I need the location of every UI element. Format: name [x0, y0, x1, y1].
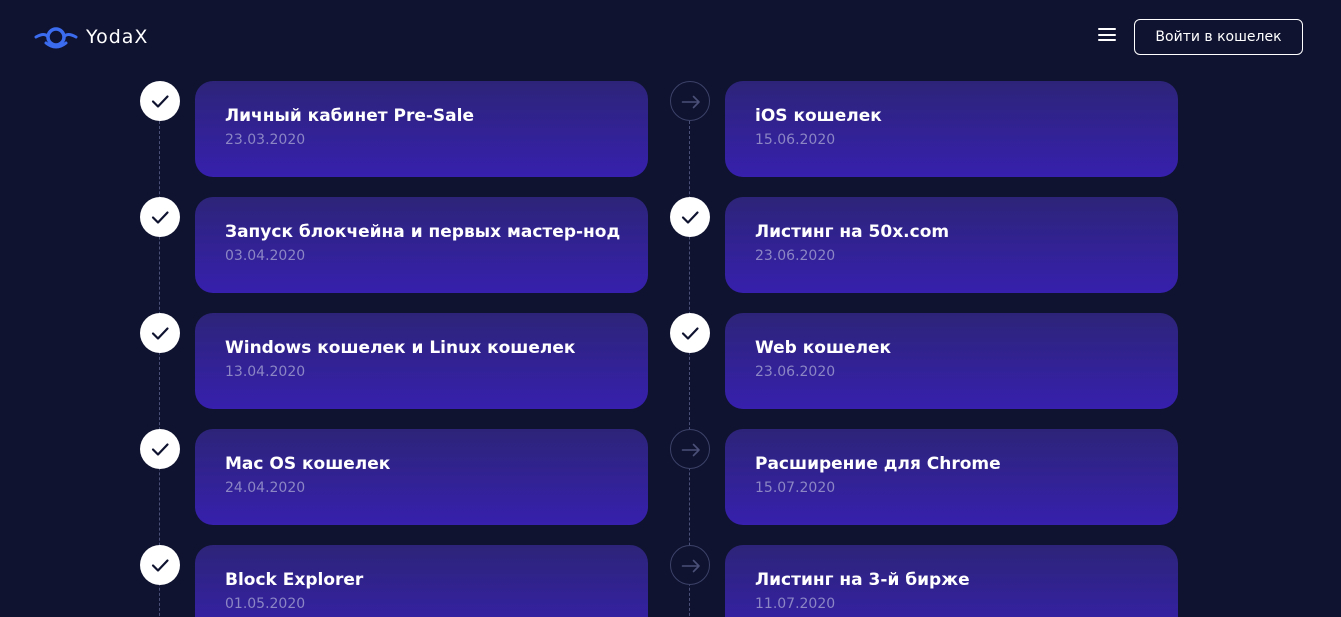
roadmap-card: Web кошелек 23.06.2020: [725, 313, 1178, 409]
roadmap-card-title: Листинг на 50x.com: [755, 222, 950, 242]
roadmap-card-title: iOS кошелек: [755, 106, 882, 126]
roadmap-card-date: 23.06.2020: [755, 248, 836, 264]
roadmap-card-date: 24.04.2020: [225, 480, 306, 496]
roadmap-card-date: 01.05.2020: [225, 596, 306, 612]
roadmap-item: Листинг на 3-й бирже 11.07.2020: [670, 545, 1178, 617]
checkmark-icon: [140, 545, 180, 585]
roadmap-item: Web кошелек 23.06.2020: [670, 313, 1178, 409]
page: YodaX Войти в кошелек Личный кабинет Pre…: [0, 0, 1341, 617]
roadmap-card: Windows кошелек и Linux кошелек 13.04.202…: [195, 313, 648, 409]
roadmap-card: Block Explorer 01.05.2020: [195, 545, 648, 617]
roadmap-card: Mac OS кошелек 24.04.2020: [195, 429, 648, 525]
roadmap-card-date: 15.06.2020: [755, 132, 836, 148]
roadmap-card-date: 23.06.2020: [755, 364, 836, 380]
roadmap-card: Расширение для Chrome 15.07.2020: [725, 429, 1178, 525]
roadmap-item: Запуск блокчейна и первых мастер-нод 03.0…: [140, 197, 648, 293]
roadmap-card-title: Запуск блокчейна и первых мастер-нод: [225, 222, 621, 242]
roadmap-item: Личный кабинет Pre-Sale 23.03.2020: [140, 81, 648, 177]
roadmap-card-date: 03.04.2020: [225, 248, 306, 264]
roadmap-card-date: 11.07.2020: [755, 596, 836, 612]
roadmap-item: Block Explorer 01.05.2020: [140, 545, 648, 617]
roadmap-card-title: Web кошелек: [755, 338, 892, 358]
roadmap-item: Расширение для Chrome 15.07.2020: [670, 429, 1178, 525]
roadmap-card-title: Личный кабинет Pre-Sale: [225, 106, 474, 126]
login-wallet-button[interactable]: Войти в кошелек: [1134, 19, 1303, 55]
roadmap-item: Windows кошелек и Linux кошелек 13.04.202…: [140, 313, 648, 409]
roadmap-card-title: Расширение для Chrome: [755, 454, 1001, 474]
checkmark-icon: [670, 313, 710, 353]
roadmap-item: Листинг на 50x.com 23.06.2020: [670, 197, 1178, 293]
arrow-right-icon: [670, 545, 710, 585]
roadmap-card-title: Block Explorer: [225, 570, 364, 590]
checkmark-icon: [140, 197, 180, 237]
roadmap-card: iOS кошелек 15.06.2020: [725, 81, 1178, 177]
roadmap-card-date: 23.03.2020: [225, 132, 306, 148]
roadmap-card: Листинг на 50x.com 23.06.2020: [725, 197, 1178, 293]
checkmark-icon: [140, 429, 180, 469]
roadmap-card-date: 15.07.2020: [755, 480, 836, 496]
hamburger-icon[interactable]: [1098, 28, 1116, 44]
checkmark-icon: [140, 313, 180, 353]
roadmap-card: Запуск блокчейна и первых мастер-нод 03.0…: [195, 197, 648, 293]
logo-text: YodaX: [86, 26, 149, 48]
arrow-right-icon: [670, 81, 710, 121]
roadmap-card-title: Windows кошелек и Linux кошелек: [225, 338, 576, 358]
roadmap-card-date: 13.04.2020: [225, 364, 306, 380]
roadmap-item: iOS кошелек 15.06.2020: [670, 81, 1178, 177]
checkmark-icon: [140, 81, 180, 121]
roadmap-card: Листинг на 3-й бирже 11.07.2020: [725, 545, 1178, 617]
roadmap-item: Mac OS кошелек 24.04.2020: [140, 429, 648, 525]
logo[interactable]: YodaX: [34, 22, 148, 52]
roadmap-card: Личный кабинет Pre-Sale 23.03.2020: [195, 81, 648, 177]
roadmap-card-title: Листинг на 3-й бирже: [755, 570, 970, 590]
roadmap-card-title: Mac OS кошелек: [225, 454, 391, 474]
logo-icon: [34, 27, 78, 49]
checkmark-icon: [670, 197, 710, 237]
arrow-right-icon: [670, 429, 710, 469]
